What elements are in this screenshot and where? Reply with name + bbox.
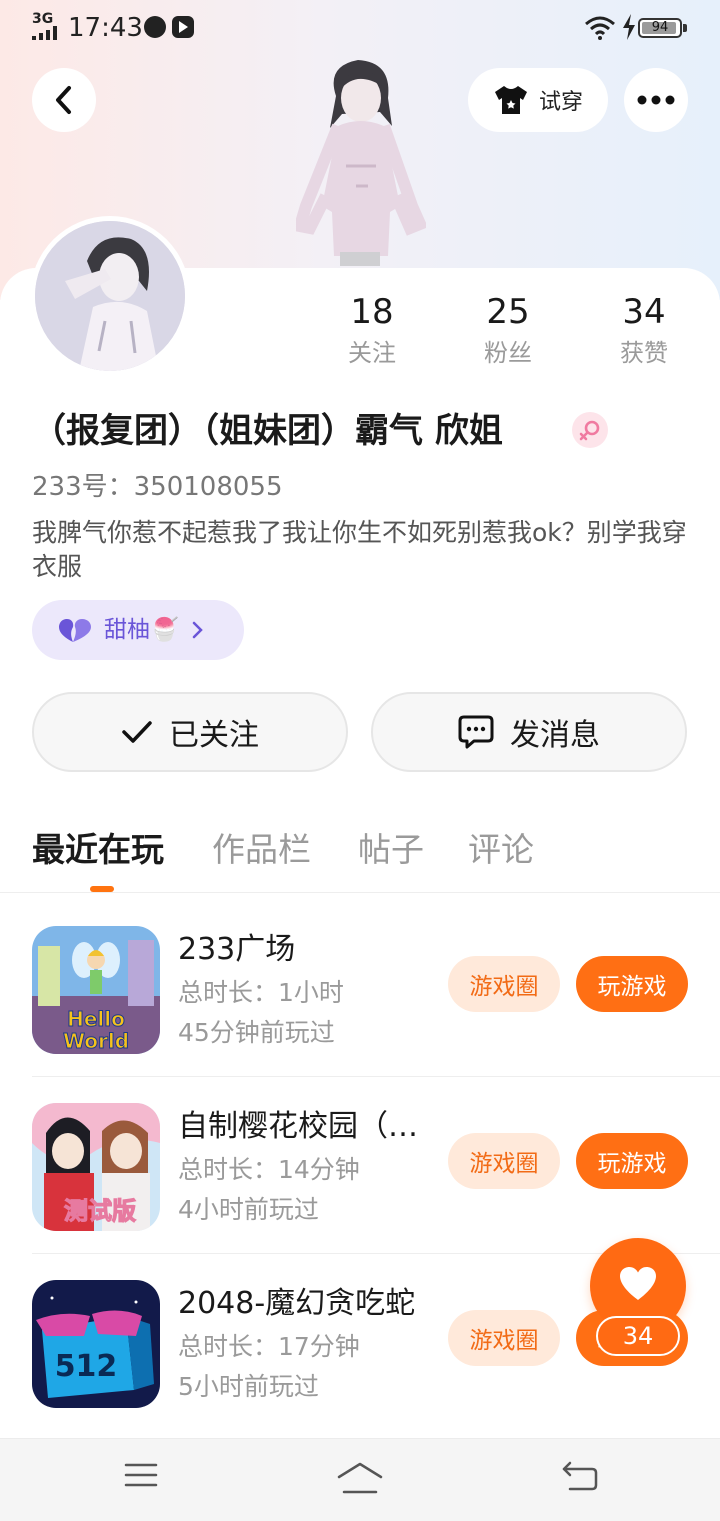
tshirt-icon	[494, 86, 527, 114]
game-title: 自制樱花校园（…	[178, 1109, 418, 1144]
game-circle-button[interactable]: 游戏圈	[448, 1310, 560, 1366]
stat-following[interactable]: 18 关注	[317, 290, 427, 370]
game-total-time: 总时长：17分钟	[178, 1332, 360, 1361]
back-button[interactable]	[32, 68, 96, 132]
network-type: 3G	[32, 11, 54, 27]
game-total-time: 总时长：1小时	[178, 978, 344, 1007]
battery-level: 94	[651, 20, 669, 35]
game-circle-button[interactable]: 游戏圈	[448, 956, 560, 1012]
wifi-icon	[585, 16, 615, 40]
more-dots-icon	[637, 95, 675, 105]
status-time: 17:43	[68, 13, 143, 43]
tab-posts[interactable]: 帖子	[358, 826, 424, 874]
profile-bio: 我脾气你惹不起惹我了我让你生不如死别惹我ok？别学我穿衣服	[32, 518, 687, 581]
charging-icon	[623, 14, 635, 40]
stat-following-count: 18	[350, 292, 394, 332]
game-thumbnail: Hello World	[32, 926, 160, 1054]
tab-works[interactable]: 作品栏	[212, 826, 311, 874]
stat-fans-label: 粉丝	[484, 339, 532, 367]
like-count-badge: 34	[596, 1316, 680, 1356]
chevron-right-icon	[192, 621, 203, 639]
back-arrow-icon	[56, 86, 71, 114]
try-on-label: 试穿	[538, 90, 583, 115]
list-item[interactable]: 测试版 自制樱花校园（… 总时长：14分钟 4小时前玩过 游戏圈 玩游戏	[0, 1055, 720, 1254]
user-id: 233号：350108055	[32, 472, 283, 502]
character-avatar-image	[296, 60, 426, 266]
stat-likes[interactable]: 34 获赞	[589, 290, 699, 370]
follow-label: 已关注	[169, 718, 259, 753]
game-total-time: 总时长：14分钟	[178, 1155, 360, 1184]
app-notification-icon	[144, 16, 166, 38]
more-button[interactable]	[624, 68, 688, 132]
chat-bubble-icon	[458, 715, 494, 749]
game-circle-button[interactable]: 游戏圈	[448, 1133, 560, 1189]
profile-name: （报复团）（姐妹团）霸气 欣姐	[32, 411, 503, 451]
try-on-button[interactable]: 试穿	[468, 68, 608, 132]
checkmark-icon	[122, 721, 152, 743]
follow-button[interactable]: 已关注	[32, 692, 348, 772]
game-title: 233广场	[178, 932, 296, 967]
avatar[interactable]	[30, 216, 190, 376]
svg-text:World: World	[63, 1029, 129, 1053]
back-nav-icon[interactable]	[560, 1461, 598, 1491]
heart-icon	[59, 619, 91, 642]
message-label: 发消息	[510, 718, 600, 753]
stat-likes-count: 34	[622, 292, 666, 332]
avatar-image	[35, 221, 185, 371]
thumbnail-text: 512	[55, 1349, 118, 1384]
stat-fans[interactable]: 25 粉丝	[453, 290, 563, 370]
thumbnail-text: 测试版	[64, 1197, 136, 1225]
list-item[interactable]: Hello World 233广场 总时长：1小时 45分钟前玩过 游戏圈 玩游…	[0, 878, 720, 1077]
home-icon[interactable]	[336, 1461, 384, 1495]
game-title: 2048-魔幻贪吃蛇	[178, 1286, 416, 1321]
game-thumbnail: 512	[32, 1280, 160, 1408]
signal-icon	[32, 26, 57, 40]
stat-following-label: 关注	[348, 339, 396, 367]
tag-label: 甜柚🍧	[104, 617, 179, 643]
system-navigation-bar	[0, 1438, 720, 1521]
play-game-button[interactable]: 玩游戏	[576, 956, 688, 1012]
stat-likes-label: 获赞	[620, 339, 668, 367]
tag-chip[interactable]: 甜柚🍧	[32, 600, 244, 660]
menu-icon[interactable]	[124, 1461, 158, 1489]
game-last-played: 45分钟前玩过	[178, 1018, 335, 1047]
battery-icon: 94	[638, 18, 682, 38]
tab-recent-play[interactable]: 最近在玩	[32, 826, 164, 874]
status-bar: 3G 17:43 94	[0, 0, 720, 56]
female-gender-icon	[572, 412, 608, 448]
play-game-button[interactable]: 玩游戏	[576, 1133, 688, 1189]
heart-icon	[620, 1267, 656, 1300]
game-last-played: 4小时前玩过	[178, 1195, 319, 1224]
message-button[interactable]: 发消息	[371, 692, 687, 772]
tab-comments[interactable]: 评论	[468, 826, 534, 874]
game-last-played: 5小时前玩过	[178, 1372, 319, 1401]
svg-text:Hello: Hello	[67, 1007, 125, 1031]
game-thumbnail: 测试版	[32, 1103, 160, 1231]
video-app-icon	[172, 16, 194, 38]
stat-fans-count: 25	[486, 292, 530, 332]
